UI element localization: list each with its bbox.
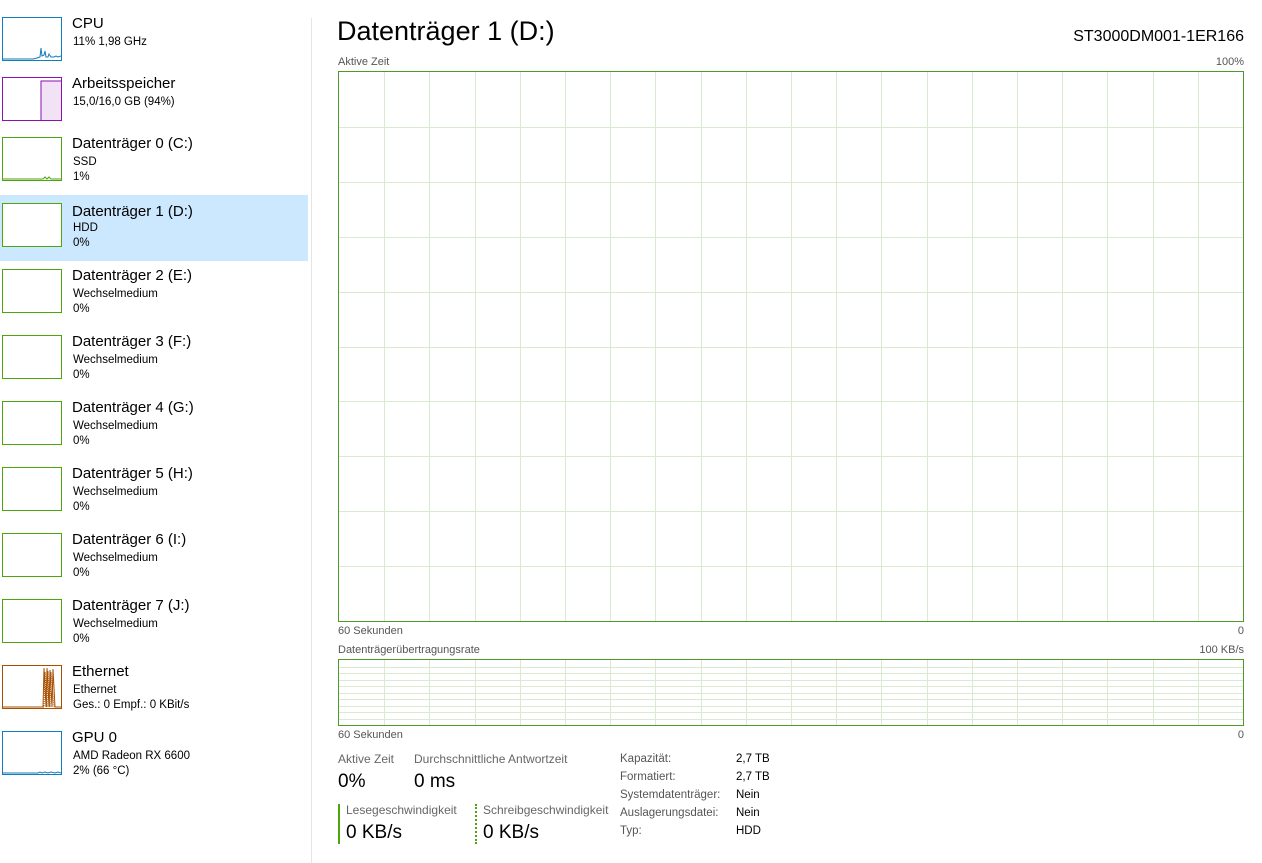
info-key-capacity: Kapazität: <box>620 753 672 765</box>
write-speed-indicator <box>475 804 477 844</box>
sidebar-item-title: Ethernet <box>72 663 129 680</box>
transfer-rate-chart <box>338 659 1244 726</box>
task-manager-performance: CPU 11% 1,98 GHz Arbeitsspeicher 15,0/16… <box>0 0 1262 863</box>
sidebar-item-usage: 2% (66 °C) <box>73 765 130 777</box>
transfer-chart-max: 100 KB/s <box>1199 644 1244 656</box>
sidebar-item-title: GPU 0 <box>72 729 118 746</box>
sidebar-item-detail: SSD <box>73 156 97 168</box>
sidebar-item-title: Datenträger 7 (J:) <box>72 597 190 614</box>
sidebar-item-disk-1[interactable]: Datenträger 1 (D:) HDD 0% <box>0 195 308 261</box>
active-time-chart-label: Aktive Zeit <box>338 56 390 68</box>
disk-graph-icon <box>2 467 62 511</box>
sidebar-item-usage: 0% <box>73 633 90 645</box>
sidebar-item-usage: 1% <box>73 171 90 183</box>
disk-graph-icon <box>2 203 62 247</box>
transfer-chart-min: 0 <box>1237 729 1244 741</box>
avg-response-stat-label: Durchschnittliche Antwortzeit <box>414 752 568 766</box>
sidebar-item-disk-7[interactable]: Datenträger 7 (J:) Wechselmedium 0% <box>0 594 308 660</box>
sidebar-item-detail: Wechselmedium <box>73 288 158 300</box>
disk-graph-icon <box>2 401 62 445</box>
info-key-page-file: Auslagerungsdatei: <box>620 807 719 819</box>
cpu-graph-icon <box>2 17 62 61</box>
info-key-formatted: Formatiert: <box>620 771 676 783</box>
sidebar-item-detail: HDD <box>73 222 98 234</box>
read-speed-indicator <box>338 804 340 844</box>
sidebar-divider <box>311 18 312 863</box>
sidebar-item-memory[interactable]: Arbeitsspeicher 15,0/16,0 GB (94%) <box>0 72 308 138</box>
sidebar-item-usage: 0% <box>73 501 90 513</box>
active-time-chart-min: 0 <box>1237 625 1244 637</box>
transfer-chart-label: Datenträgerübertragungsrate <box>338 644 480 656</box>
sidebar-item-title: Arbeitsspeicher <box>72 75 176 92</box>
sidebar-item-cpu[interactable]: CPU 11% 1,98 GHz <box>0 12 308 78</box>
active-time-chart-timespan: 60 Sekunden <box>338 625 403 637</box>
transfer-chart-timespan: 60 Sekunden <box>338 729 403 741</box>
sidebar-item-title: Datenträger 4 (G:) <box>72 399 194 416</box>
sidebar-item-usage: 0% <box>73 435 90 447</box>
sidebar-item-detail: Wechselmedium <box>73 354 158 366</box>
sidebar-item-disk-0[interactable]: Datenträger 0 (C:) SSD 1% <box>0 132 308 198</box>
sidebar-item-title: CPU <box>72 15 104 32</box>
info-value-type: HDD <box>736 825 761 837</box>
sidebar-item-title: Datenträger 6 (I:) <box>72 531 187 548</box>
sidebar-item-usage: 0% <box>73 303 90 315</box>
sidebar-item-detail: 11% 1,98 GHz <box>73 36 147 48</box>
ethernet-graph-icon <box>2 665 62 709</box>
sidebar-item-title: Datenträger 1 (D:) <box>72 203 193 220</box>
active-time-stat-label: Aktive Zeit <box>338 752 395 766</box>
read-speed-stat-label: Lesegeschwindigkeit <box>346 803 457 817</box>
disk-graph-icon <box>2 269 62 313</box>
disk-graph-icon <box>2 599 62 643</box>
active-time-stat-value: 0% <box>338 771 366 792</box>
page-title: Datenträger 1 (D:) <box>337 16 555 46</box>
active-time-grid <box>339 72 1243 621</box>
sidebar-item-detail: Ethernet <box>73 684 117 696</box>
info-key-system-disk: Systemdatenträger: <box>620 789 721 801</box>
sidebar-item-ethernet[interactable]: Ethernet Ethernet Ges.: 0 Empf.: 0 KBit/… <box>0 660 308 726</box>
info-value-capacity: 2,7 TB <box>736 753 770 765</box>
transfer-rate-grid <box>339 660 1243 725</box>
sidebar-item-usage: 0% <box>73 567 90 579</box>
sidebar-item-disk-2[interactable]: Datenträger 2 (E:) Wechselmedium 0% <box>0 264 308 330</box>
disk-graph-icon <box>2 137 62 181</box>
memory-graph-icon <box>2 77 62 121</box>
sidebar-item-detail: Wechselmedium <box>73 552 158 564</box>
info-value-formatted: 2,7 TB <box>736 771 770 783</box>
sidebar-item-detail: Wechselmedium <box>73 486 158 498</box>
gpu-graph-icon <box>2 731 62 775</box>
sidebar-item-disk-3[interactable]: Datenträger 3 (F:) Wechselmedium 0% <box>0 330 308 396</box>
info-value-system-disk: Nein <box>736 789 760 801</box>
active-time-chart <box>338 71 1244 622</box>
sidebar-item-detail: Wechselmedium <box>73 618 158 630</box>
sidebar-item-detail: AMD Radeon RX 6600 <box>73 750 190 762</box>
sidebar-item-title: Datenträger 3 (F:) <box>72 333 192 350</box>
info-value-page-file: Nein <box>736 807 760 819</box>
disk-model: ST3000DM001-1ER166 <box>1073 28 1244 45</box>
sidebar-item-disk-4[interactable]: Datenträger 4 (G:) Wechselmedium 0% <box>0 396 308 462</box>
sidebar-item-detail: 15,0/16,0 GB (94%) <box>73 96 175 108</box>
sidebar-item-usage: 0% <box>73 369 90 381</box>
sidebar-item-title: Datenträger 2 (E:) <box>72 267 193 284</box>
sidebar-item-gpu-0[interactable]: GPU 0 AMD Radeon RX 6600 2% (66 °C) <box>0 726 308 792</box>
sidebar-item-disk-6[interactable]: Datenträger 6 (I:) Wechselmedium 0% <box>0 528 308 594</box>
info-key-type: Typ: <box>620 825 642 837</box>
disk-graph-icon <box>2 335 62 379</box>
read-speed-stat-value: 0 KB/s <box>346 822 402 843</box>
write-speed-stat-value: 0 KB/s <box>483 822 539 843</box>
sidebar-item-title: Datenträger 0 (C:) <box>72 135 193 152</box>
write-speed-stat-label: Schreibgeschwindigkeit <box>483 803 609 817</box>
avg-response-stat-value: 0 ms <box>414 771 456 792</box>
sidebar-item-title: Datenträger 5 (H:) <box>72 465 193 482</box>
disk-graph-icon <box>2 533 62 577</box>
performance-sidebar: CPU 11% 1,98 GHz Arbeitsspeicher 15,0/16… <box>0 0 310 863</box>
active-time-chart-max: 100% <box>1215 56 1244 68</box>
sidebar-item-disk-5[interactable]: Datenträger 5 (H:) Wechselmedium 0% <box>0 462 308 528</box>
sidebar-item-detail: Wechselmedium <box>73 420 158 432</box>
sidebar-item-throughput: Ges.: 0 Empf.: 0 KBit/s <box>73 699 190 711</box>
sidebar-item-usage: 0% <box>73 237 90 249</box>
